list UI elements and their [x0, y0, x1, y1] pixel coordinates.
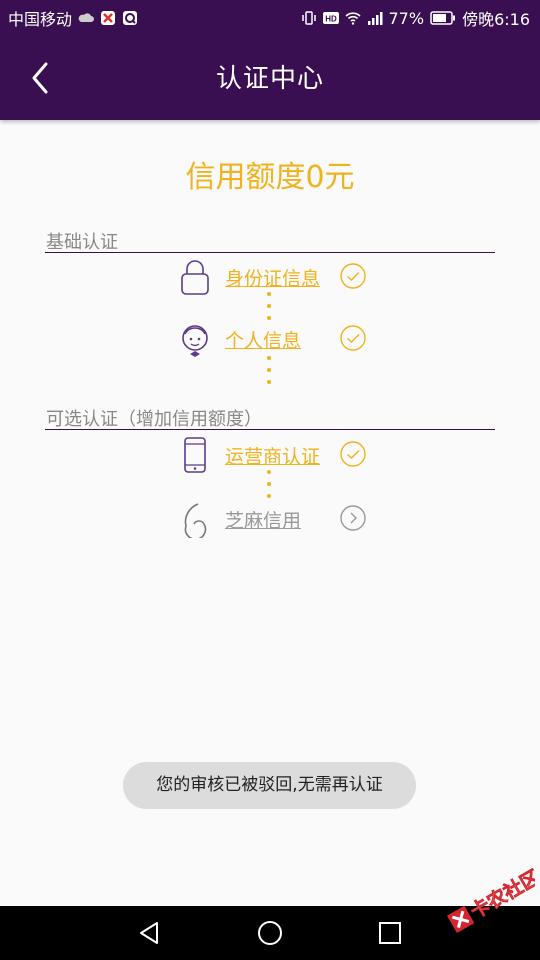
progress-connector	[267, 356, 271, 392]
check-circle-icon	[340, 263, 366, 289]
nav-recents-icon[interactable]	[375, 918, 405, 948]
sesame-icon	[184, 503, 207, 538]
phone-icon	[184, 437, 206, 473]
app-header: 认证中心	[0, 36, 540, 120]
section-title-optional: 可选认证（增加信用额度）	[46, 409, 262, 430]
auth-item-label: 运营商认证	[225, 446, 321, 468]
clock: 傍晚6:16	[462, 10, 530, 29]
battery-percent: 77%	[388, 8, 425, 28]
nav-home-icon[interactable]	[255, 918, 285, 948]
toast-message: 您的审核已被驳回,无需再认证	[123, 762, 416, 809]
watermark-logo: 卡农社区	[446, 868, 535, 934]
check-circle-icon	[340, 441, 366, 467]
credit-limit: 信用额度0元	[185, 160, 355, 195]
auth-item-carrier[interactable]: 运营商认证	[170, 432, 380, 478]
signal-icon	[367, 12, 382, 25]
section-divider	[45, 252, 495, 253]
battery-icon	[430, 11, 456, 25]
q-notification-icon	[123, 11, 138, 25]
chevron-right-circle-icon	[340, 505, 366, 531]
page-title: 认证中心	[215, 64, 324, 94]
auth-item-label: 个人信息	[225, 330, 302, 352]
check-circle-icon	[340, 325, 366, 351]
nav-back-icon[interactable]	[135, 918, 165, 948]
svg-text:HD: HD	[325, 15, 337, 24]
vibrate-icon	[301, 11, 316, 25]
auth-item-label: 身份证信息	[225, 268, 321, 290]
app-notification-icon	[101, 11, 116, 25]
person-icon	[182, 325, 208, 357]
svg-text:卡农社区: 卡农社区	[466, 868, 535, 923]
status-bar: 中国移动 HD 77% 傍晚6:16	[0, 0, 540, 36]
carrier-label: 中国移动	[8, 10, 73, 29]
cloud-icon	[78, 13, 95, 22]
auth-item-personal-info[interactable]: 个人信息	[170, 316, 380, 362]
auth-item-id-card[interactable]: 身份证信息	[170, 254, 380, 300]
section-title-basic: 基础认证	[46, 232, 118, 253]
lock-icon	[181, 260, 209, 295]
auth-item-label: 芝麻信用	[225, 510, 302, 532]
section-divider	[45, 429, 495, 430]
hd-icon: HD	[322, 12, 339, 24]
auth-item-sesame-credit[interactable]: 芝麻信用	[170, 496, 380, 542]
wifi-icon	[344, 12, 361, 25]
